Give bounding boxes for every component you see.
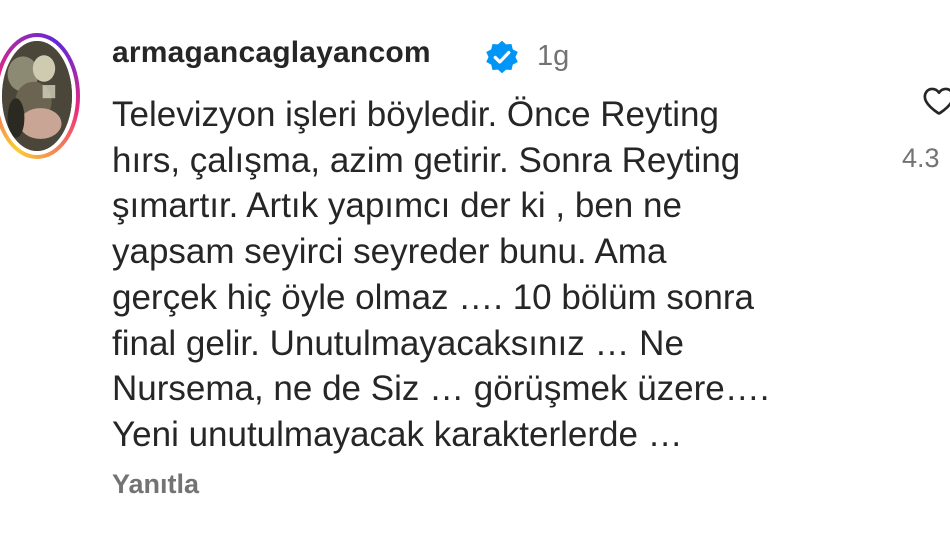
comment-line: Televizyon işleri böyledir. Önce Reyting — [112, 95, 719, 134]
comment-line: Yeni unutulmayacak karakterlerde … — [112, 414, 683, 454]
comment-line: yapsam seyirci seyreder bunu. Ama — [112, 232, 667, 272]
comment-line: şımartır. Artık yapımcı der ki , ben ne — [112, 186, 682, 226]
comment-line: Nursema, ne de Siz … görüşmek üzere…. — [112, 369, 770, 409]
reply-button[interactable]: Yanıtla — [112, 469, 199, 500]
comment-text: Televizyon işleri böyledir. Önce Reyting… — [112, 92, 872, 458]
timestamp[interactable]: 1g — [537, 40, 569, 73]
avatar[interactable] — [2, 41, 72, 151]
username[interactable]: armagancaglayancom — [112, 36, 431, 70]
comment-card: armagancaglayancom 1g Televizyon işleri … — [0, 0, 950, 534]
comment-line: final gelir. Unutulmayacaksınız … Ne — [112, 323, 684, 363]
verified-badge-icon — [486, 40, 518, 74]
avatar-story-ring[interactable] — [0, 33, 80, 159]
like-count[interactable]: 4.3 — [902, 143, 940, 174]
comment-line: gerçek hiç öyle olmaz …. 10 bölüm sonra — [112, 277, 754, 317]
avatar-photo — [2, 41, 72, 151]
heart-icon[interactable] — [922, 84, 950, 118]
comment-line: hırs, çalışma, azim getirir. Sonra Reyti… — [112, 140, 741, 180]
